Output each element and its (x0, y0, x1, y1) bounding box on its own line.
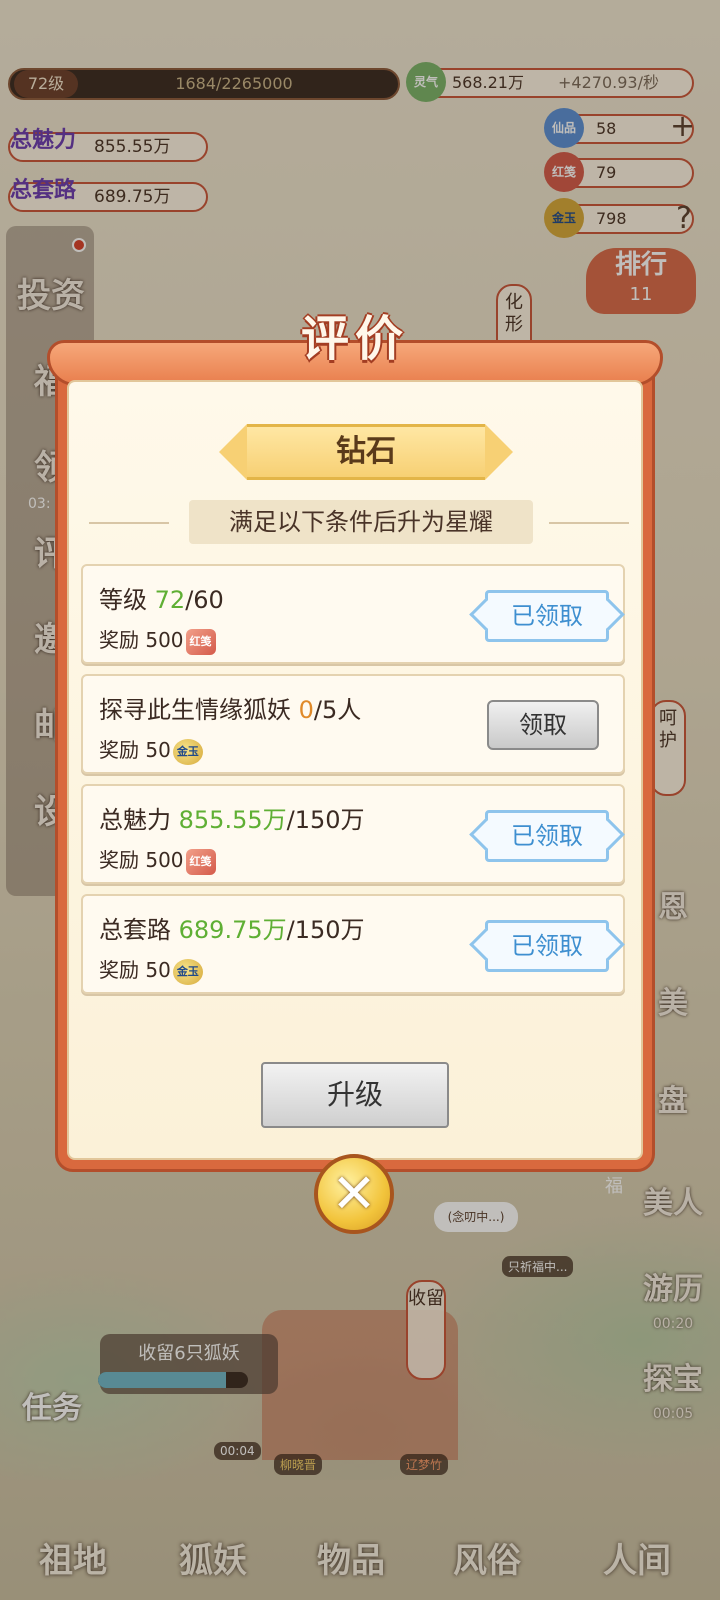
condition-target: /5人 (313, 696, 362, 724)
reward-amount: 50 (145, 738, 171, 762)
upgrade-button[interactable]: 升级 (261, 1062, 449, 1128)
condition-reward: 奖励 50 金玉 (99, 734, 203, 765)
close-button[interactable]: ✕ (306, 1154, 402, 1238)
condition-tactics: 总套路 689.75万/150万 奖励 50 金玉 已领取 (81, 894, 625, 994)
condition-name: 探寻此生情缘狐妖 (99, 696, 299, 724)
condition-target: /60 (185, 586, 224, 614)
condition-name: 总魅力 (99, 806, 179, 834)
rank-header: 钻石 (219, 424, 513, 480)
condition-reward: 奖励 500 红笺 (99, 624, 216, 655)
condition-find-fox: 探寻此生情缘狐妖 0/5人 奖励 50 金玉 领取 (81, 674, 625, 774)
condition-current: 72 (154, 586, 186, 614)
hongjian-icon: 红笺 (185, 628, 216, 655)
condition-level: 等级 72/60 奖励 500 红笺 已领取 (81, 564, 625, 664)
reward-amount: 50 (145, 958, 171, 982)
hongjian-icon: 红笺 (185, 848, 216, 875)
rating-dialog: 评价 钻石 满足以下条件后升为星耀 等级 72/60 奖励 500 红笺 已领取 … (47, 311, 663, 1172)
jinyu-icon: 金玉 (172, 958, 203, 985)
condition-name: 总套路 (99, 916, 179, 944)
claimed-button[interactable]: 已领取 (485, 920, 609, 972)
condition-target: /150万 (286, 806, 365, 834)
upgrade-subtitle: 满足以下条件后升为星耀 (189, 500, 533, 544)
condition-reward: 奖励 500 红笺 (99, 844, 216, 875)
reward-amount: 500 (145, 848, 184, 872)
close-icon: ✕ (331, 1162, 377, 1225)
condition-reward: 奖励 50 金玉 (99, 954, 203, 985)
condition-name: 等级 (99, 586, 155, 614)
condition-target: /150万 (286, 916, 365, 944)
condition-charm: 总魅力 855.55万/150万 奖励 500 红笺 已领取 (81, 784, 625, 884)
claimed-button[interactable]: 已领取 (485, 590, 609, 642)
claimed-button[interactable]: 已领取 (485, 810, 609, 862)
reward-amount: 500 (145, 628, 184, 652)
jinyu-icon: 金玉 (172, 738, 203, 765)
claim-button[interactable]: 领取 (487, 700, 599, 750)
condition-current: 689.75万 (178, 916, 287, 944)
dialog-title: 评价 (300, 311, 409, 367)
condition-current: 0 (298, 696, 314, 724)
condition-current: 855.55万 (178, 806, 287, 834)
current-rank: 钻石 (336, 434, 396, 469)
dialog-body: 钻石 满足以下条件后升为星耀 等级 72/60 奖励 500 红笺 已领取 探寻此… (67, 380, 643, 1160)
